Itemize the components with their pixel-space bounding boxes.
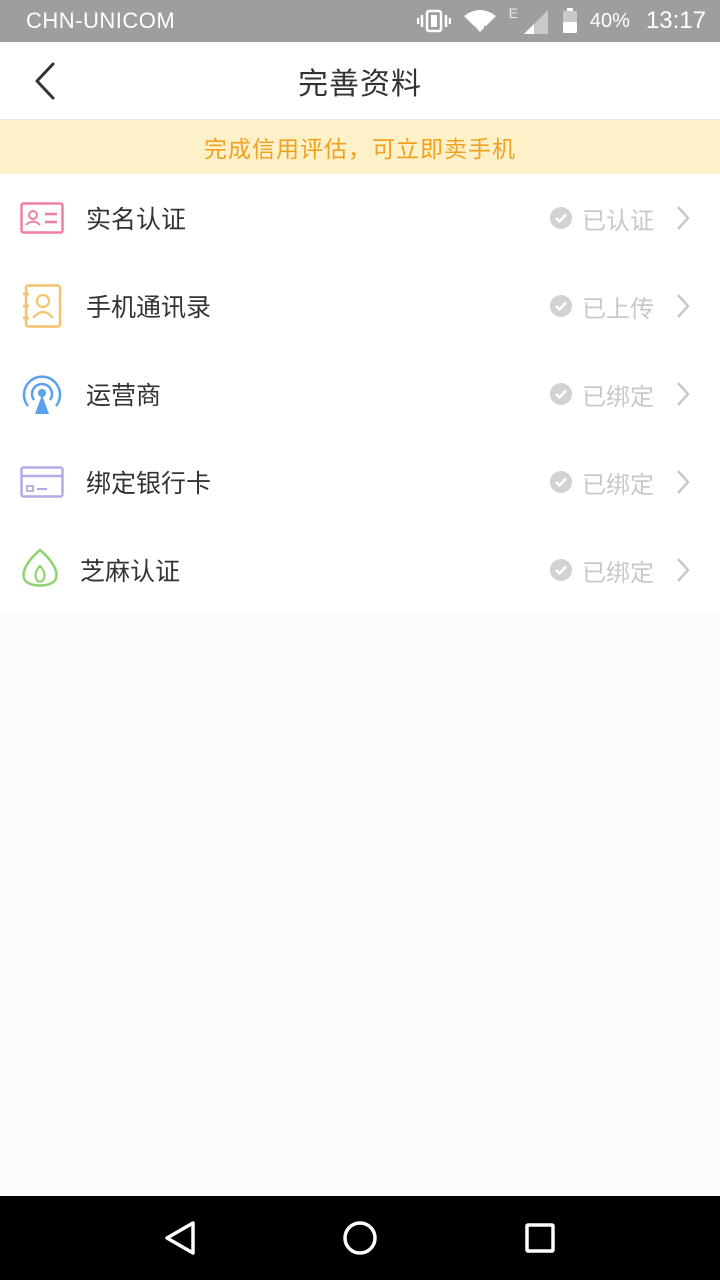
page-title: 完善资料 — [298, 66, 422, 102]
back-button[interactable] — [22, 56, 68, 106]
profile-list: 实名认证 已认证 手机通讯录 已上传 运营商 已绑定 绑定银行卡 已绑定 芝麻认… — [0, 174, 720, 614]
chevron-right-icon — [677, 382, 690, 406]
nav-back-button[interactable] — [150, 1208, 210, 1268]
wifi-icon — [463, 8, 497, 34]
item-status: 已上传 — [550, 289, 690, 324]
list-item-contacts[interactable]: 手机通讯录 已上传 — [0, 262, 720, 350]
status-icons: E 40% 13:17 — [416, 5, 706, 35]
nav-recents-button[interactable] — [510, 1208, 570, 1268]
id-card-icon — [20, 196, 64, 240]
carrier-name: CHN-UNICOM — [26, 8, 176, 33]
clock: 13:17 — [645, 7, 706, 34]
chevron-left-icon — [35, 62, 55, 100]
app-header: 完善资料 — [0, 42, 720, 120]
status-text: 已绑定 — [582, 558, 654, 587]
cell-signal-icon — [522, 8, 550, 34]
notice-banner: 完成信用评估，可立即卖手机 — [0, 120, 720, 174]
list-item-bank-card[interactable]: 绑定银行卡 已绑定 — [0, 438, 720, 526]
item-status: 已认证 — [550, 201, 690, 236]
sesame-seed-icon — [18, 548, 62, 592]
status-text: 已上传 — [582, 294, 654, 323]
chevron-right-icon — [677, 206, 690, 230]
network-type-label: E — [508, 5, 518, 21]
status-bar: CHN-UNICOM E 40% 13:17 — [0, 0, 720, 42]
bank-card-icon — [20, 460, 64, 504]
list-item-real-name[interactable]: 实名认证 已认证 — [0, 174, 720, 262]
item-status: 已绑定 — [550, 377, 690, 412]
item-label: 手机通讯录 — [86, 293, 212, 322]
battery-icon — [562, 8, 578, 34]
system-nav-bar — [0, 1196, 720, 1280]
item-status: 已绑定 — [550, 465, 690, 500]
item-label: 绑定银行卡 — [86, 469, 212, 498]
circle-home-icon — [343, 1221, 377, 1255]
contacts-book-icon — [20, 284, 64, 328]
item-status: 已绑定 — [550, 553, 690, 588]
check-circle-icon — [550, 471, 572, 493]
nav-home-button[interactable] — [330, 1208, 390, 1268]
triangle-back-icon — [165, 1221, 195, 1255]
check-circle-icon — [550, 207, 572, 229]
check-circle-icon — [550, 559, 572, 581]
battery-percent: 40% — [589, 9, 630, 32]
list-item-carrier[interactable]: 运营商 已绑定 — [0, 350, 720, 438]
item-label: 芝麻认证 — [80, 557, 181, 586]
vibrate-icon — [416, 9, 451, 33]
check-circle-icon — [550, 295, 572, 317]
item-label: 运营商 — [86, 381, 162, 410]
status-text: 已绑定 — [582, 470, 654, 499]
square-recents-icon — [525, 1223, 555, 1253]
signal-tower-icon — [20, 372, 64, 416]
list-item-sesame[interactable]: 芝麻认证 已绑定 — [0, 526, 720, 614]
status-text: 已绑定 — [582, 382, 654, 411]
check-circle-icon — [550, 383, 572, 405]
status-text: 已认证 — [582, 206, 654, 235]
chevron-right-icon — [677, 470, 690, 494]
notice-text: 完成信用评估，可立即卖手机 — [204, 137, 516, 163]
chevron-right-icon — [677, 558, 690, 582]
item-label: 实名认证 — [86, 205, 187, 234]
chevron-right-icon — [677, 294, 690, 318]
